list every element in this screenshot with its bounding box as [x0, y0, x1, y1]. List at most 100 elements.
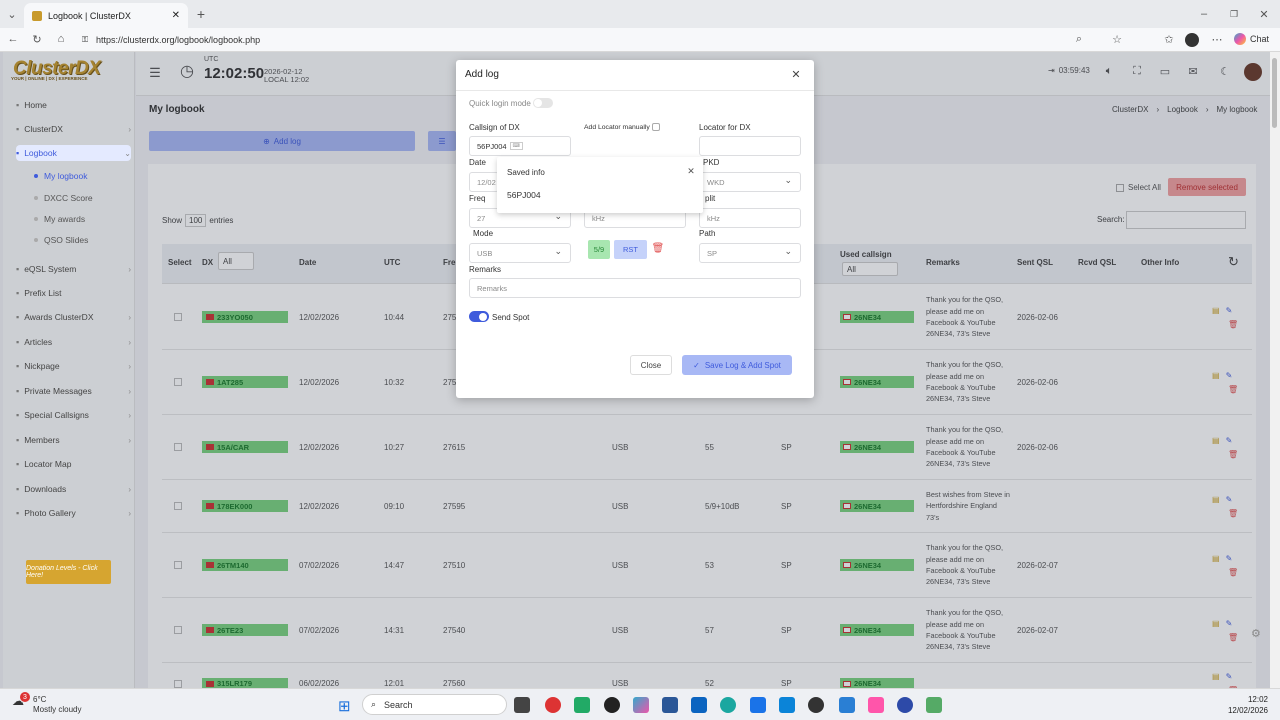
donation-banner[interactable]: Donation Levels - Click Here!	[26, 560, 111, 584]
taskbar-search[interactable]: ⌕ Search	[362, 694, 507, 715]
remarks-input[interactable]: Remarks	[469, 278, 801, 298]
sidebar-item-clusterdx[interactable]: ▪ ClusterDX ›	[16, 121, 131, 137]
chevron-icon: ›	[128, 124, 131, 134]
edge-icon[interactable]	[720, 697, 736, 713]
settings-gear-icon[interactable]: ⚙	[1251, 627, 1261, 640]
date-input[interactable]: 12/02	[469, 172, 499, 192]
sidebar-item-private-messages[interactable]: ▪ Private Messages ›	[16, 383, 131, 399]
task-view-icon[interactable]	[514, 697, 530, 713]
close-button[interactable]: Close	[630, 355, 672, 375]
sidebar-item-articles[interactable]: ▪ Articles ›	[16, 334, 131, 350]
url-field[interactable]: ⚿ https://clusterdx.org/logbook/logbook.…	[76, 31, 1136, 49]
chevron-icon: ›	[128, 337, 131, 347]
send-spot-toggle[interactable]	[469, 311, 489, 322]
sidebar-item-special-callsigns[interactable]: ▪ Special Callsigns ›	[16, 407, 131, 423]
close-window-icon[interactable]: ✕	[1256, 6, 1272, 22]
app-icon-1[interactable]	[545, 697, 561, 713]
modal-title: Add log	[465, 69, 499, 80]
page-scrollbar[interactable]	[1270, 52, 1280, 688]
temperature: 6°C	[33, 695, 47, 704]
path-select[interactable]: SP	[699, 243, 801, 263]
callsign-input[interactable]: 56PJ004 ⌨	[469, 136, 571, 156]
date-label: Date	[469, 158, 486, 167]
wkd-select[interactable]: WKD	[699, 172, 801, 192]
bullet-icon	[34, 217, 38, 221]
browser-tab[interactable]: Logbook | ClusterDX ✕	[24, 3, 188, 28]
sidebar-subitem-my-awards[interactable]: My awards	[34, 212, 85, 226]
sidebar-item-home[interactable]: ▪ Home	[16, 97, 131, 113]
sidebar-item-label: Articles	[24, 337, 53, 347]
sidebar-item-nickpage[interactable]: ▪ Nickpage ›	[16, 358, 131, 374]
restore-icon[interactable]: ❐	[1226, 6, 1242, 22]
app-icon-5[interactable]	[897, 697, 913, 713]
add-locator-label: Add Locator manually	[584, 124, 650, 131]
chevron-icon: ›	[128, 410, 131, 420]
photo-icon: ▪	[16, 508, 20, 518]
chevron-icon: ›	[128, 361, 131, 371]
search-icon: ⌕	[371, 699, 377, 709]
sidebar-item-label: Photo Gallery	[24, 508, 76, 518]
saved-info-close-icon[interactable]: ✕	[686, 166, 696, 176]
outlook-icon[interactable]	[691, 697, 707, 713]
remarks-label: Remarks	[469, 265, 502, 274]
copilot-chat-button[interactable]: Chat	[1234, 33, 1269, 45]
download-icon: ▪	[16, 484, 20, 494]
favorites-bar-icon[interactable]: ✩	[1162, 32, 1176, 46]
refresh-icon[interactable]: ↻	[30, 32, 44, 46]
mail-taskbar-icon[interactable]	[779, 697, 795, 713]
site-info-icon[interactable]: ⚿	[82, 35, 88, 45]
scrollbar-thumb[interactable]	[1272, 58, 1277, 128]
more-icon[interactable]: ⋯	[1210, 32, 1224, 46]
locator-input[interactable]	[699, 136, 801, 156]
bullet-icon	[34, 196, 38, 200]
sidebar-item-prefix-list[interactable]: ▪ Prefix List	[16, 285, 131, 301]
clock-time[interactable]: 12:02	[1220, 695, 1268, 704]
add-locator-checkbox[interactable]	[652, 123, 660, 131]
chevron-icon: ›	[128, 508, 131, 518]
music-icon[interactable]	[868, 697, 884, 713]
sidebar-subitem-qso-slides[interactable]: QSO Slides	[34, 233, 88, 247]
profile-avatar[interactable]	[1185, 33, 1199, 47]
copilot-taskbar-icon[interactable]	[633, 697, 649, 713]
sidebar-item-downloads[interactable]: ▪ Downloads ›	[16, 481, 131, 497]
word-icon[interactable]	[662, 697, 678, 713]
sidebar-subitem-my-logbook[interactable]: My logbook	[34, 169, 87, 183]
sidebar-subitem-label: My awards	[44, 214, 86, 224]
rst-button[interactable]: RST	[614, 240, 647, 259]
trash-icon[interactable]: 🗑︎	[652, 242, 665, 254]
sidebar-item-photo-gallery[interactable]: ▪ Photo Gallery ›	[16, 505, 131, 521]
tab-list-icon[interactable]: ⌄	[4, 6, 20, 22]
people-icon: ▪	[16, 410, 20, 420]
dell-icon[interactable]	[808, 697, 824, 713]
save-log-button[interactable]: ✓ Save Log & Add Spot	[682, 355, 792, 375]
close-tab-icon[interactable]: ✕	[172, 10, 180, 21]
rst-sent-button[interactable]: 5/9	[588, 240, 610, 259]
start-icon[interactable]: ⊞	[338, 697, 351, 715]
sidebar-item-label: Downloads	[24, 484, 67, 494]
app-icon-6[interactable]	[926, 697, 942, 713]
sidebar-item-eqsl-system[interactable]: ▪ eQSL System ›	[16, 261, 131, 277]
sidebar-item-members[interactable]: ▪ Members ›	[16, 432, 131, 448]
sidebar-item-awards-clusterdx[interactable]: ▪ Awards ClusterDX ›	[16, 309, 131, 325]
members-icon: ▪	[16, 435, 20, 445]
sidebar-subitem-dxcc-score[interactable]: DXCC Score	[34, 191, 93, 205]
minimize-icon[interactable]: –	[1196, 6, 1212, 22]
clock-date[interactable]: 12/02/2026	[1220, 706, 1268, 715]
modal-close-icon[interactable]: ✕	[790, 68, 802, 81]
server-icon: ▪	[16, 124, 20, 134]
sidebar-subitem-label: DXCC Score	[44, 193, 93, 203]
app-icon-4[interactable]	[839, 697, 855, 713]
home-browser-icon[interactable]: ⌂	[54, 32, 68, 46]
sidebar-item-label: Private Messages	[24, 386, 92, 396]
back-icon[interactable]: ←	[6, 32, 20, 46]
split-input[interactable]: kHz	[699, 208, 801, 228]
sidebar-item-locator-map[interactable]: ▪ Locator Map	[16, 456, 131, 472]
sidebar-item-logbook[interactable]: ▪ Logbook ⌄	[16, 145, 131, 161]
app-icon-2[interactable]	[574, 697, 590, 713]
saved-info-item[interactable]: 56PJ004	[507, 190, 541, 200]
app-icon-3[interactable]	[604, 697, 620, 713]
new-tab-icon[interactable]: +	[193, 6, 209, 22]
quick-login-toggle[interactable]	[533, 98, 553, 108]
store-icon[interactable]	[750, 697, 766, 713]
mode-select[interactable]: USB	[469, 243, 571, 263]
